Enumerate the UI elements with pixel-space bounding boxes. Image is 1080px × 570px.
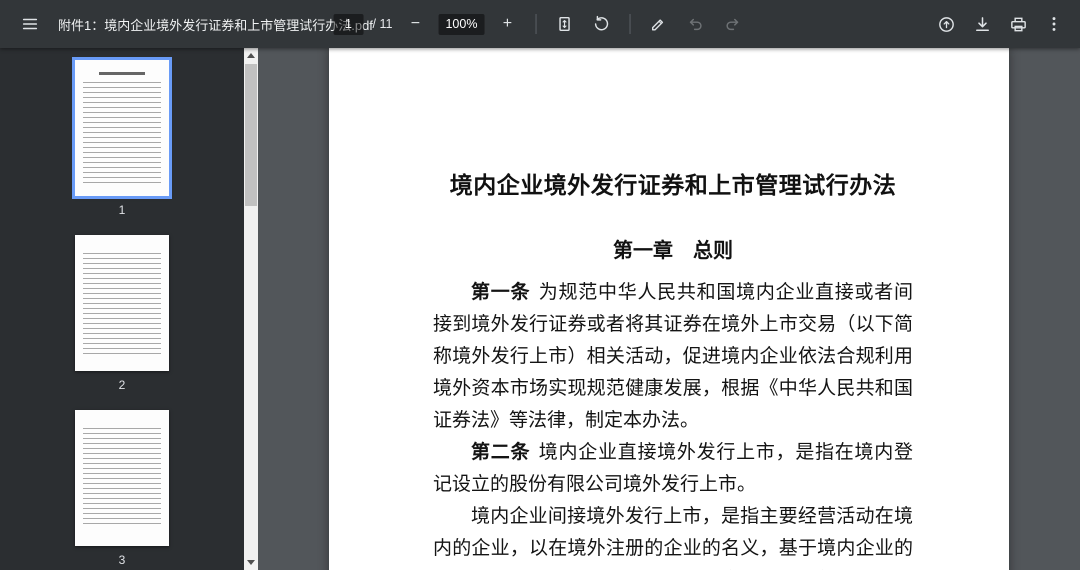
page-thumbnail-1[interactable]: 1 bbox=[72, 57, 172, 218]
paragraph-text: 为规范中华人民共和国境内企业直接或者间接到境外发行证券或者将其证券在境外上市交易… bbox=[433, 282, 913, 431]
download-icon bbox=[975, 16, 989, 31]
toolbar-center: 1 / 11 − 100% + bbox=[333, 10, 747, 38]
thumbnail-sidebar: 1 2 3 bbox=[0, 48, 244, 570]
thumbnail-page-number: 2 bbox=[118, 378, 126, 392]
paragraph-text: 境内企业间接境外发行上市，是指主要经营活动在境内的企业，以在境外注册的企业的名义… bbox=[433, 506, 913, 559]
article-number: 第二条 bbox=[471, 442, 531, 463]
sidebar-scrollbar[interactable] bbox=[244, 48, 258, 570]
pdf-page: 境内企业境外发行证券和上市管理试行办法 第一章 总则 第一条 为规范中华人民共和国… bbox=[329, 48, 1009, 570]
fit-to-page-button[interactable] bbox=[550, 10, 578, 38]
thumbnail-text-lines bbox=[83, 428, 161, 524]
thumbnail-title-line bbox=[99, 72, 145, 75]
pen-icon bbox=[651, 19, 664, 31]
toolbar-divider bbox=[535, 14, 537, 34]
main-area: 1 2 3 境内企业境外发行证券和上市管理试行办法 第一章 总则 第一条 为规范… bbox=[0, 48, 1080, 570]
download-button[interactable] bbox=[968, 10, 996, 38]
zoom-level[interactable]: 100% bbox=[438, 13, 485, 35]
more-options-button[interactable] bbox=[1040, 10, 1068, 38]
zoom-out-button[interactable]: − bbox=[401, 10, 429, 38]
print-button[interactable] bbox=[1004, 10, 1032, 38]
scroll-up-button[interactable] bbox=[244, 48, 258, 63]
page-count-label: / 11 bbox=[372, 17, 393, 31]
redo-button[interactable] bbox=[718, 10, 746, 38]
doc-title: 境内企业境外发行证券和上市管理试行办法 bbox=[449, 173, 897, 198]
share-button[interactable] bbox=[932, 10, 960, 38]
thumbnail-text-lines bbox=[83, 253, 161, 357]
document-viewport: 境内企业境外发行证券和上市管理试行办法 第一章 总则 第一条 为规范中华人民共和国… bbox=[258, 48, 1080, 570]
pdf-viewer: 附件1：境内企业境外发行证券和上市管理试行办法.pdf 1 / 11 − 100… bbox=[0, 0, 1080, 570]
arrow-up-icon bbox=[247, 53, 255, 58]
annotate-button[interactable] bbox=[644, 10, 672, 38]
thumbnail-page-preview bbox=[72, 57, 172, 199]
hamburger-icon bbox=[22, 18, 38, 30]
document-filename: 附件1：境内企业境外发行证券和上市管理试行办法.pdf bbox=[58, 17, 373, 33]
toolbar-divider bbox=[629, 14, 631, 34]
undo-icon bbox=[689, 18, 702, 31]
redo-icon bbox=[726, 18, 739, 31]
menu-button[interactable] bbox=[16, 10, 44, 38]
chapter-heading: 第一章 总则 bbox=[613, 240, 733, 262]
page-thumbnail-2[interactable]: 2 bbox=[75, 235, 169, 393]
page-number-input[interactable]: 1 bbox=[333, 13, 364, 35]
thumbnail-page-number: 1 bbox=[118, 203, 126, 217]
scroll-down-button[interactable] bbox=[244, 555, 258, 570]
zoom-in-button[interactable]: + bbox=[493, 10, 521, 38]
toolbar: 附件1：境内企业境外发行证券和上市管理试行办法.pdf 1 / 11 − 100… bbox=[0, 0, 1080, 48]
thumbnail-page-number: 3 bbox=[118, 553, 126, 567]
page-thumbnail-3[interactable]: 3 bbox=[75, 410, 169, 568]
doc-paragraph: 境内企业间接境外发行上市，是指主要经营活动在境内的企业，以在境外注册的企业的名义… bbox=[433, 501, 913, 570]
toolbar-right bbox=[932, 10, 1080, 38]
thumbnail-text-lines bbox=[83, 82, 161, 186]
thumbnail-page-preview bbox=[75, 235, 169, 371]
doc-paragraph: 第一条 为规范中华人民共和国境内企业直接或者间接到境外发行证券或者将其证券在境外上… bbox=[433, 277, 913, 437]
more-vertical-icon bbox=[1052, 17, 1056, 31]
arrow-down-icon bbox=[247, 560, 255, 565]
rotate-button[interactable] bbox=[587, 10, 615, 38]
thumbnail-page-preview bbox=[75, 410, 169, 546]
print-icon bbox=[1010, 17, 1026, 31]
article-number: 第一条 bbox=[471, 282, 531, 303]
undo-button[interactable] bbox=[681, 10, 709, 38]
scrollbar-thumb[interactable] bbox=[245, 64, 257, 206]
share-icon bbox=[938, 16, 954, 32]
rotate-icon bbox=[594, 15, 609, 31]
fit-to-page-icon bbox=[559, 16, 570, 32]
doc-paragraph: 第二条 境内企业直接境外发行上市，是指在境内登记设立的股份有限公司境外发行上市。 bbox=[433, 437, 913, 501]
